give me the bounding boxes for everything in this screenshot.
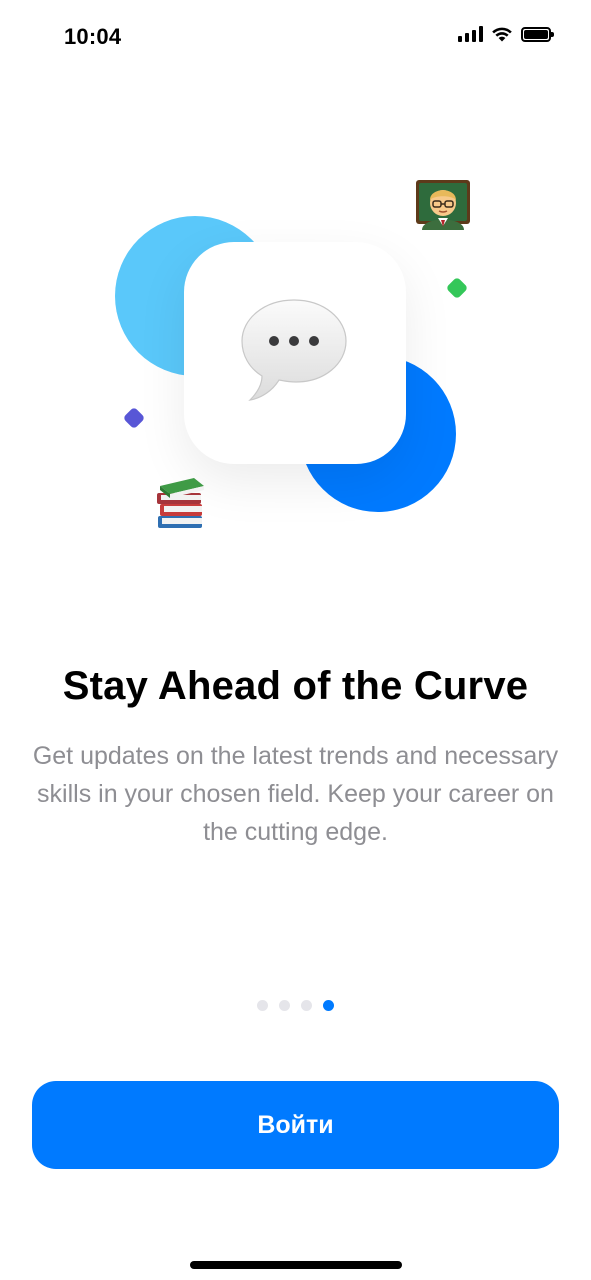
speech-bubble-icon: [241, 299, 347, 401]
green-diamond-shape: [445, 276, 469, 300]
teacher-emoji-icon: [416, 180, 470, 230]
page-indicator[interactable]: [0, 1000, 591, 1011]
page-dot-1[interactable]: [257, 1000, 268, 1011]
cellular-signal-icon: [458, 26, 483, 42]
page-dot-3[interactable]: [301, 1000, 312, 1011]
purple-diamond-shape: [122, 406, 146, 430]
onboarding-description: Get updates on the latest trends and nec…: [32, 742, 559, 846]
login-button[interactable]: Войти: [32, 1081, 559, 1169]
status-bar: 10:04: [0, 0, 591, 76]
onboarding-illustration: [0, 160, 591, 550]
books-emoji-icon: [157, 478, 204, 528]
home-indicator[interactable]: [190, 1261, 402, 1269]
status-time: 10:04: [64, 24, 122, 49]
message-card: [184, 242, 406, 464]
page-dot-2[interactable]: [279, 1000, 290, 1011]
status-icons: [458, 26, 554, 42]
wifi-icon: [492, 27, 512, 42]
page-dot-4-active[interactable]: [323, 1000, 334, 1011]
battery-icon: [521, 26, 554, 42]
onboarding-title: Stay Ahead of the Curve: [62, 664, 529, 708]
